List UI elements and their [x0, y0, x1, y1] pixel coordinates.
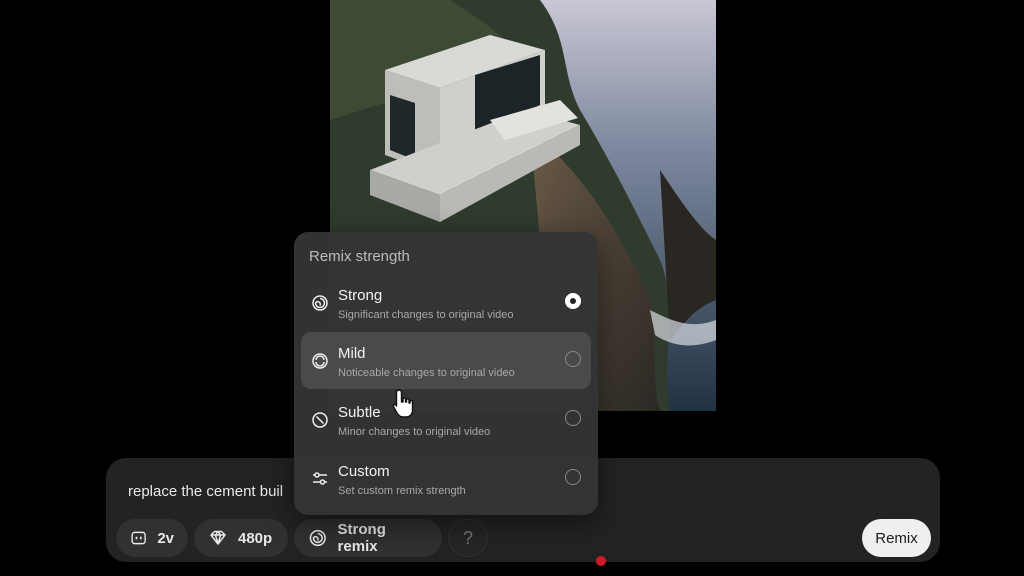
- option-custom[interactable]: Custom Set custom remix strength: [301, 450, 591, 507]
- option-subtle[interactable]: Subtle Minor changes to original video: [301, 391, 591, 448]
- duration-button[interactable]: 2v: [116, 519, 188, 557]
- remix-strength-menu: Remix strength Strong Significant change…: [294, 232, 598, 515]
- option-label: Strong: [338, 287, 383, 304]
- menu-title: Remix strength: [309, 248, 410, 265]
- radio-selected[interactable]: [565, 293, 581, 309]
- option-label: Subtle: [338, 404, 381, 421]
- option-label: Custom: [338, 463, 390, 480]
- option-label: Mild: [338, 345, 366, 362]
- duration-icon: [131, 531, 146, 545]
- record-indicator: [596, 556, 606, 566]
- remix-strength-button[interactable]: Strong remix: [294, 519, 442, 557]
- resolution-label: 480p: [238, 529, 273, 547]
- option-strong[interactable]: Strong Significant changes to original v…: [301, 274, 591, 331]
- spiral-icon: [309, 529, 326, 547]
- subtle-circle-icon: [312, 412, 328, 428]
- option-description: Minor changes to original video: [338, 426, 491, 438]
- diamond-icon: [210, 530, 226, 545]
- hand-cursor-icon: [392, 389, 414, 418]
- remix-button[interactable]: Remix: [862, 519, 931, 557]
- radio-unselected[interactable]: [565, 351, 581, 367]
- option-description: Noticeable changes to original video: [338, 367, 515, 379]
- resolution-button[interactable]: 480p: [194, 519, 288, 557]
- option-description: Significant changes to original video: [338, 309, 514, 321]
- help-button[interactable]: ?: [448, 519, 488, 557]
- prompt-input[interactable]: replace the cement buil: [128, 483, 308, 500]
- mild-spiral-icon: [312, 353, 328, 369]
- duration-label: 2v: [157, 529, 174, 547]
- sliders-icon: [313, 472, 327, 485]
- option-mild[interactable]: Mild Noticeable changes to original vide…: [301, 332, 591, 389]
- spiral-icon: [312, 295, 328, 311]
- remix-strength-label: Strong remix: [337, 521, 386, 555]
- radio-unselected[interactable]: [565, 469, 581, 485]
- option-description: Set custom remix strength: [338, 485, 466, 497]
- radio-unselected[interactable]: [565, 410, 581, 426]
